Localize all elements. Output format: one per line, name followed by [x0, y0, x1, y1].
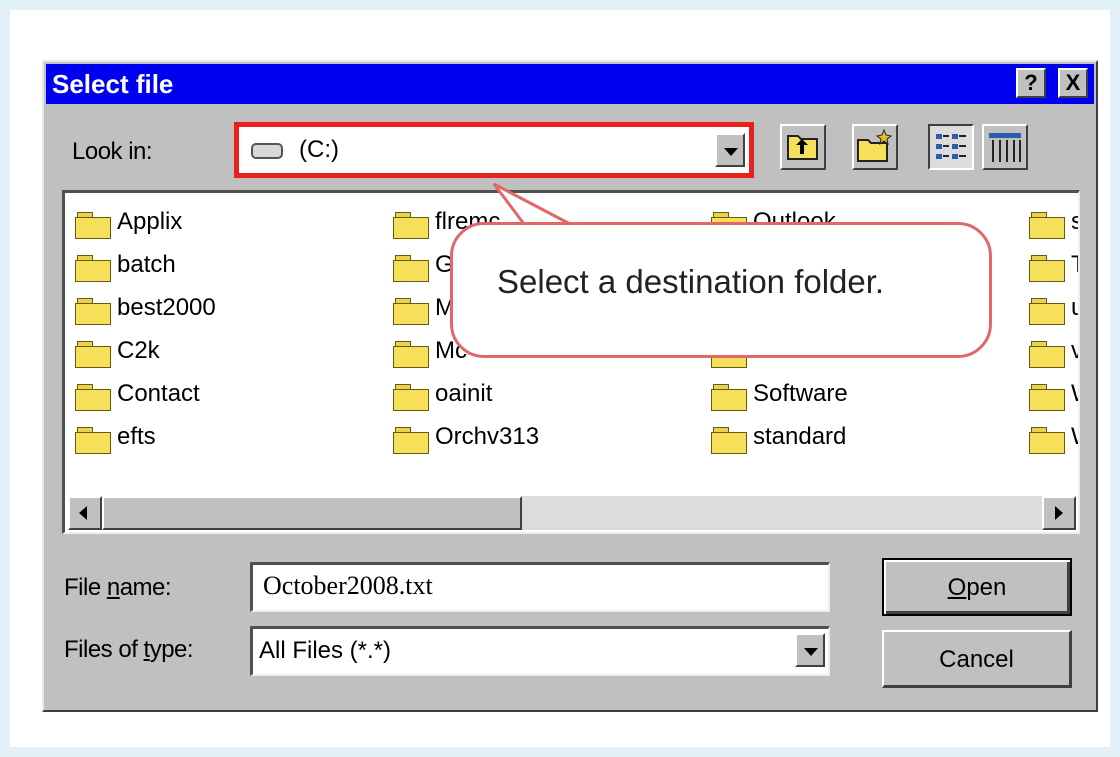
folder-icon — [1029, 255, 1065, 282]
folder-name: W — [1071, 380, 1078, 408]
details-view-button[interactable] — [982, 124, 1028, 170]
close-button[interactable]: X — [1058, 68, 1088, 98]
folder-icon — [75, 427, 111, 454]
up-one-level-button[interactable] — [780, 124, 826, 170]
cancel-button[interactable]: Cancel — [882, 630, 1072, 688]
horizontal-scrollbar[interactable] — [68, 496, 1076, 530]
instruction-callout: Select a destination folder. — [450, 222, 992, 358]
open-button[interactable]: Open — [882, 558, 1072, 616]
folder-icon — [75, 212, 111, 239]
callout-text: Select a destination folder. — [497, 263, 885, 300]
folder-name: W — [1071, 423, 1078, 451]
scroll-left-button[interactable] — [68, 496, 102, 530]
folder-icon — [75, 384, 111, 411]
folder-name: standard — [753, 423, 847, 450]
folder-icon — [1029, 298, 1065, 325]
folder-icon — [1029, 427, 1065, 454]
select-file-dialog: Select file ? X Look in: (C:) Applix bat… — [42, 60, 1098, 712]
folder-icon — [393, 212, 429, 239]
folder-icon — [393, 341, 429, 368]
new-folder-icon — [857, 128, 893, 162]
scroll-right-button[interactable] — [1042, 496, 1076, 530]
folder-icon — [1029, 212, 1065, 239]
screenshot-canvas: Select file ? X Look in: (C:) Applix bat… — [10, 10, 1110, 747]
folder-name: batch — [117, 251, 176, 278]
new-folder-button[interactable] — [852, 124, 898, 170]
folder-icon — [75, 298, 111, 325]
file-name-label: File name: — [64, 574, 172, 601]
folder-name: ur — [1071, 294, 1078, 322]
file-name-field[interactable] — [250, 562, 830, 612]
scroll-thumb[interactable] — [102, 496, 522, 530]
folder-icon — [1029, 341, 1065, 368]
list-view-button[interactable] — [928, 124, 974, 170]
files-of-type-value: All Files (*.*) — [259, 637, 392, 664]
folder-name: Applix — [117, 208, 183, 235]
folder-icon — [393, 384, 429, 411]
up-folder-icon — [787, 135, 818, 160]
folder-icon — [711, 427, 747, 454]
files-of-type-dropdown[interactable]: All Files (*.*) — [250, 626, 830, 676]
dialog-title: Select file — [52, 69, 174, 99]
files-of-type-dropdown-arrow[interactable] — [795, 633, 825, 667]
folder-name: best2000 — [117, 294, 216, 321]
folder-name: C2k — [117, 337, 160, 364]
folder-icon — [75, 255, 111, 282]
folder-name: Software — [753, 380, 848, 407]
folder-name: Orchv313 — [435, 423, 540, 450]
folder-name: T — [1071, 251, 1078, 279]
drive-icon — [251, 143, 283, 159]
look-in-label: Look in: — [72, 138, 153, 165]
folder-icon — [393, 255, 429, 282]
folder-icon — [393, 427, 429, 454]
folder-name: oainit — [435, 380, 493, 407]
look-in-dropdown-arrow[interactable] — [715, 133, 745, 167]
cancel-button-label: Cancel — [939, 646, 1014, 673]
folder-name: efts — [117, 423, 156, 450]
file-name-input[interactable] — [263, 571, 803, 601]
folder-icon — [393, 298, 429, 325]
list-view-icon — [936, 134, 966, 159]
look-in-value: (C:) — [299, 136, 339, 163]
details-view-icon — [989, 133, 1021, 162]
open-button-label: Open — [947, 574, 1007, 601]
folder-icon — [75, 341, 111, 368]
title-bar[interactable]: Select file ? X — [46, 64, 1094, 104]
folder-name: Contact — [117, 380, 200, 407]
folder-name: st — [1071, 208, 1078, 236]
folder-icon — [1029, 384, 1065, 411]
folder-icon — [711, 384, 747, 411]
folder-name: vi — [1071, 337, 1078, 365]
look-in-dropdown[interactable]: (C:) — [234, 122, 754, 178]
help-button[interactable]: ? — [1016, 68, 1046, 98]
files-of-type-label: Files of type: — [64, 636, 194, 663]
